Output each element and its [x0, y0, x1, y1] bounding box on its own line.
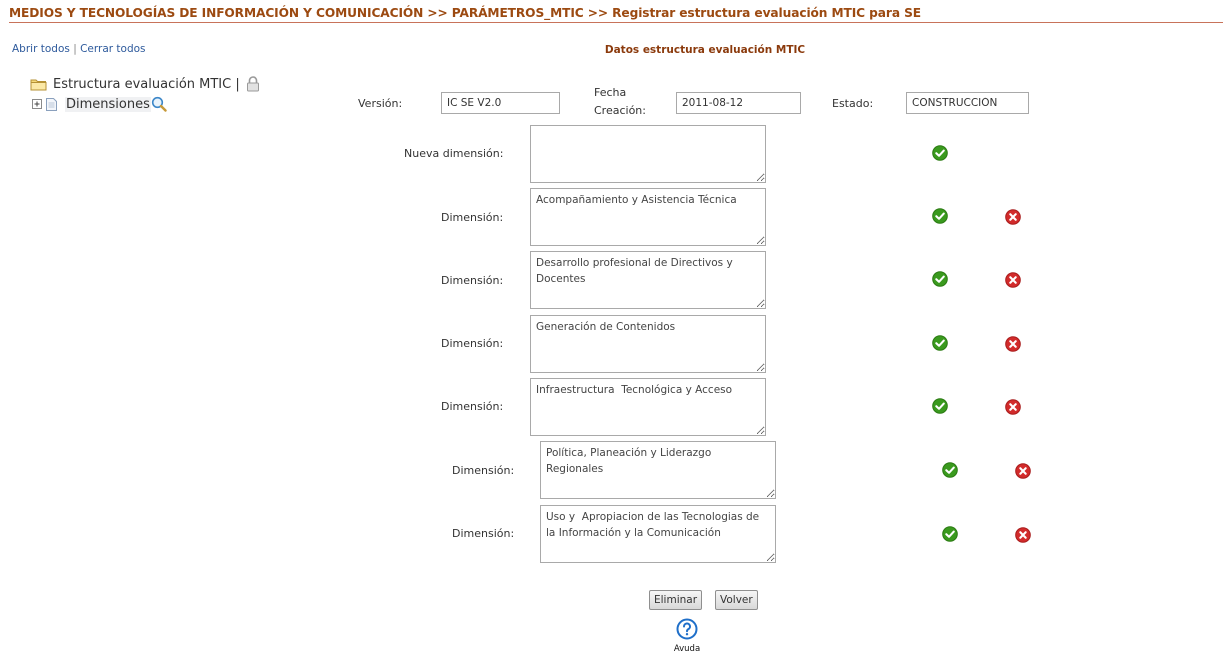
dimension-textarea-3[interactable]: Generación de Contenidos [530, 315, 766, 373]
dimension-textarea-6[interactable]: Uso y Apropiacion de las Tecnologias de … [540, 505, 776, 563]
dimension-textarea-4[interactable]: Infraestructura Tecnológica y Acceso [530, 378, 766, 436]
tree-controls: Abrir todos | Cerrar todos [12, 43, 146, 55]
help-label: Avuda [673, 644, 701, 654]
dimension-textarea-2[interactable]: Desarrollo profesional de Directivos y D… [530, 251, 766, 309]
save-dimension-icon-5[interactable] [942, 462, 958, 478]
document-icon [46, 97, 57, 111]
lock-icon [246, 76, 260, 92]
fecha-input[interactable] [676, 92, 801, 114]
save-dimension-icon-1[interactable] [932, 208, 948, 224]
tree-item-dimensiones: Dimensiones [32, 94, 260, 114]
help-icon[interactable] [676, 618, 698, 643]
magnify-icon[interactable] [151, 96, 167, 112]
dimension-textarea-5[interactable]: Política, Planeación y Liderazgo Regiona… [540, 441, 776, 499]
tree-item-dimensiones-label[interactable]: Dimensiones [65, 96, 151, 112]
link-separator: | [73, 43, 77, 55]
delete-dimension-icon-3[interactable] [1005, 336, 1021, 352]
version-input[interactable] [441, 92, 560, 114]
fecha-label-line1: Fecha [594, 86, 627, 99]
estado-label: Estado: [832, 97, 874, 110]
back-button[interactable]: Volver [715, 590, 758, 610]
dimension-textarea-1[interactable]: Acompañamiento y Asistencia Técnica [530, 188, 766, 246]
save-dimension-icon-6[interactable] [942, 526, 958, 542]
version-label: Versión: [358, 97, 403, 110]
dimension-label-1: Dimensión: [441, 211, 504, 224]
expand-icon[interactable] [32, 98, 43, 110]
structure-tree: Estructura evaluación MTIC | Dimensiones [30, 74, 260, 114]
dimension-label-6: Dimensión: [452, 527, 515, 540]
dimension-label-3: Dimensión: [441, 337, 504, 350]
close-all-link[interactable]: Cerrar todos [80, 43, 145, 55]
save-new-dimension-icon[interactable] [932, 145, 948, 161]
save-dimension-icon-4[interactable] [932, 398, 948, 414]
dimension-label-2: Dimensión: [441, 274, 504, 287]
delete-dimension-icon-5[interactable] [1015, 463, 1031, 479]
tree-root-label: Estructura evaluación MTIC | [53, 76, 240, 92]
new-dimension-textarea[interactable] [530, 125, 766, 183]
help-control[interactable]: Avuda [672, 618, 702, 654]
delete-dimension-icon-1[interactable] [1005, 209, 1021, 225]
breadcrumb: MEDIOS Y TECNOLOGÍAS DE INFORMACIÓN Y CO… [9, 6, 1223, 23]
tree-root: Estructura evaluación MTIC | [30, 74, 260, 94]
open-all-link[interactable]: Abrir todos [12, 43, 70, 55]
delete-dimension-icon-4[interactable] [1005, 399, 1021, 415]
folder-icon [30, 78, 47, 91]
dimension-label-4: Dimensión: [441, 400, 504, 413]
fecha-label-line2: Creación: [594, 104, 646, 117]
delete-button[interactable]: Eliminar [649, 590, 703, 610]
save-dimension-icon-3[interactable] [932, 335, 948, 351]
estado-input[interactable] [906, 92, 1029, 114]
new-dimension-label: Nueva dimensión: [404, 147, 504, 160]
delete-dimension-icon-2[interactable] [1005, 272, 1021, 288]
section-title: Datos estructura evaluación MTIC [604, 44, 806, 56]
dimension-label-5: Dimensión: [452, 464, 515, 477]
save-dimension-icon-2[interactable] [932, 271, 948, 287]
delete-dimension-icon-6[interactable] [1015, 527, 1031, 543]
